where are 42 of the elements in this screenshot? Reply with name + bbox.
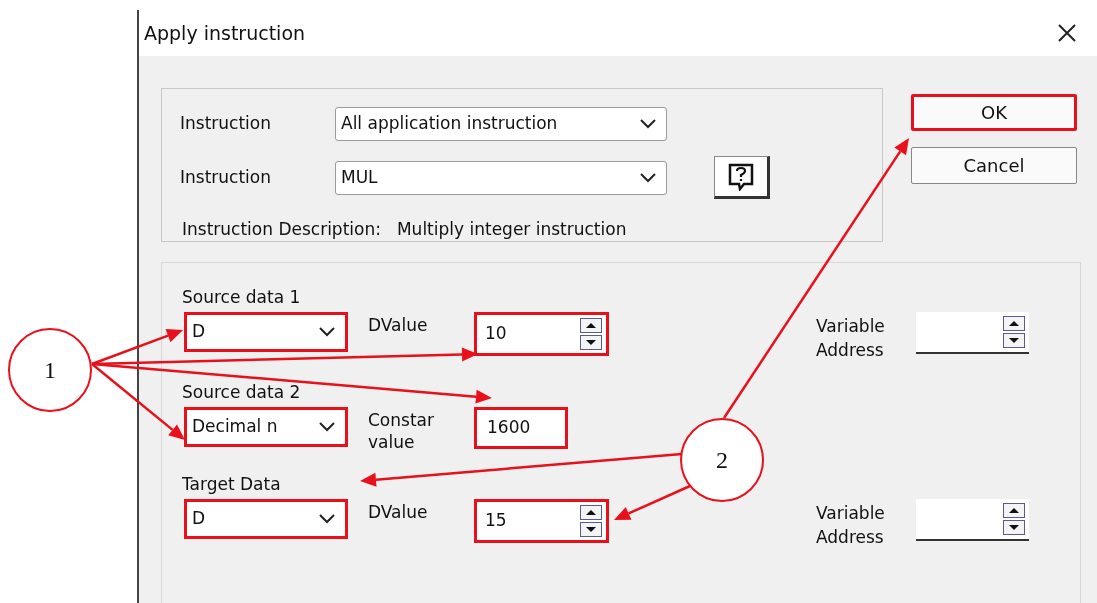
spin-down-icon[interactable] bbox=[580, 335, 602, 350]
callout-marker: 1 bbox=[8, 328, 92, 412]
chevron-down-icon bbox=[640, 172, 656, 183]
spin-up-icon[interactable] bbox=[1003, 503, 1025, 518]
spin-field[interactable]: 15 bbox=[474, 499, 609, 543]
chevron-down-icon bbox=[640, 119, 656, 129]
spin-field[interactable] bbox=[916, 312, 1029, 354]
dropdown[interactable]: MUL bbox=[335, 160, 667, 195]
description-text: Multiply integer instruction bbox=[396, 218, 627, 241]
section-title: Target Data bbox=[182, 473, 282, 495]
dropdown[interactable]: All application instruction bbox=[335, 107, 667, 141]
close-icon[interactable] bbox=[1057, 23, 1077, 43]
field-label: Instruction bbox=[180, 112, 272, 136]
section-title: Source data 2 bbox=[182, 381, 302, 403]
spin-up-icon[interactable] bbox=[1003, 316, 1025, 331]
field-label: Variable Address bbox=[816, 502, 886, 549]
dropdown[interactable]: D bbox=[184, 499, 348, 539]
spin-down-icon[interactable] bbox=[1003, 520, 1025, 535]
field-label: DValue bbox=[368, 501, 429, 523]
section-title: Source data 1 bbox=[182, 286, 302, 308]
spin-field[interactable]: 10 bbox=[474, 312, 609, 356]
help-icon bbox=[728, 162, 754, 191]
dialog-button[interactable]: Cancel bbox=[911, 147, 1077, 184]
dropdown[interactable]: Decimal n bbox=[184, 407, 348, 447]
field-label: Constar value bbox=[368, 409, 435, 453]
field-label: DValue bbox=[368, 314, 429, 336]
input-field[interactable]: 1600 bbox=[474, 407, 568, 449]
help-button[interactable] bbox=[714, 156, 770, 199]
spin-down-icon[interactable] bbox=[1003, 333, 1025, 348]
field-label: Variable Address bbox=[816, 315, 886, 362]
field-label: Instruction bbox=[180, 165, 272, 189]
spin-down-icon[interactable] bbox=[580, 522, 602, 537]
description-label: Instruction Description: bbox=[182, 218, 381, 241]
spin-up-icon[interactable] bbox=[580, 318, 602, 333]
chevron-down-icon bbox=[319, 422, 335, 432]
spin-field[interactable] bbox=[916, 499, 1029, 541]
window-title: Apply instruction bbox=[144, 20, 306, 46]
spin-up-icon[interactable] bbox=[580, 505, 602, 520]
chevron-down-icon bbox=[319, 514, 335, 524]
chevron-down-icon bbox=[319, 327, 335, 337]
dropdown[interactable]: D bbox=[184, 312, 348, 352]
dialog-button[interactable]: OK bbox=[911, 94, 1077, 131]
